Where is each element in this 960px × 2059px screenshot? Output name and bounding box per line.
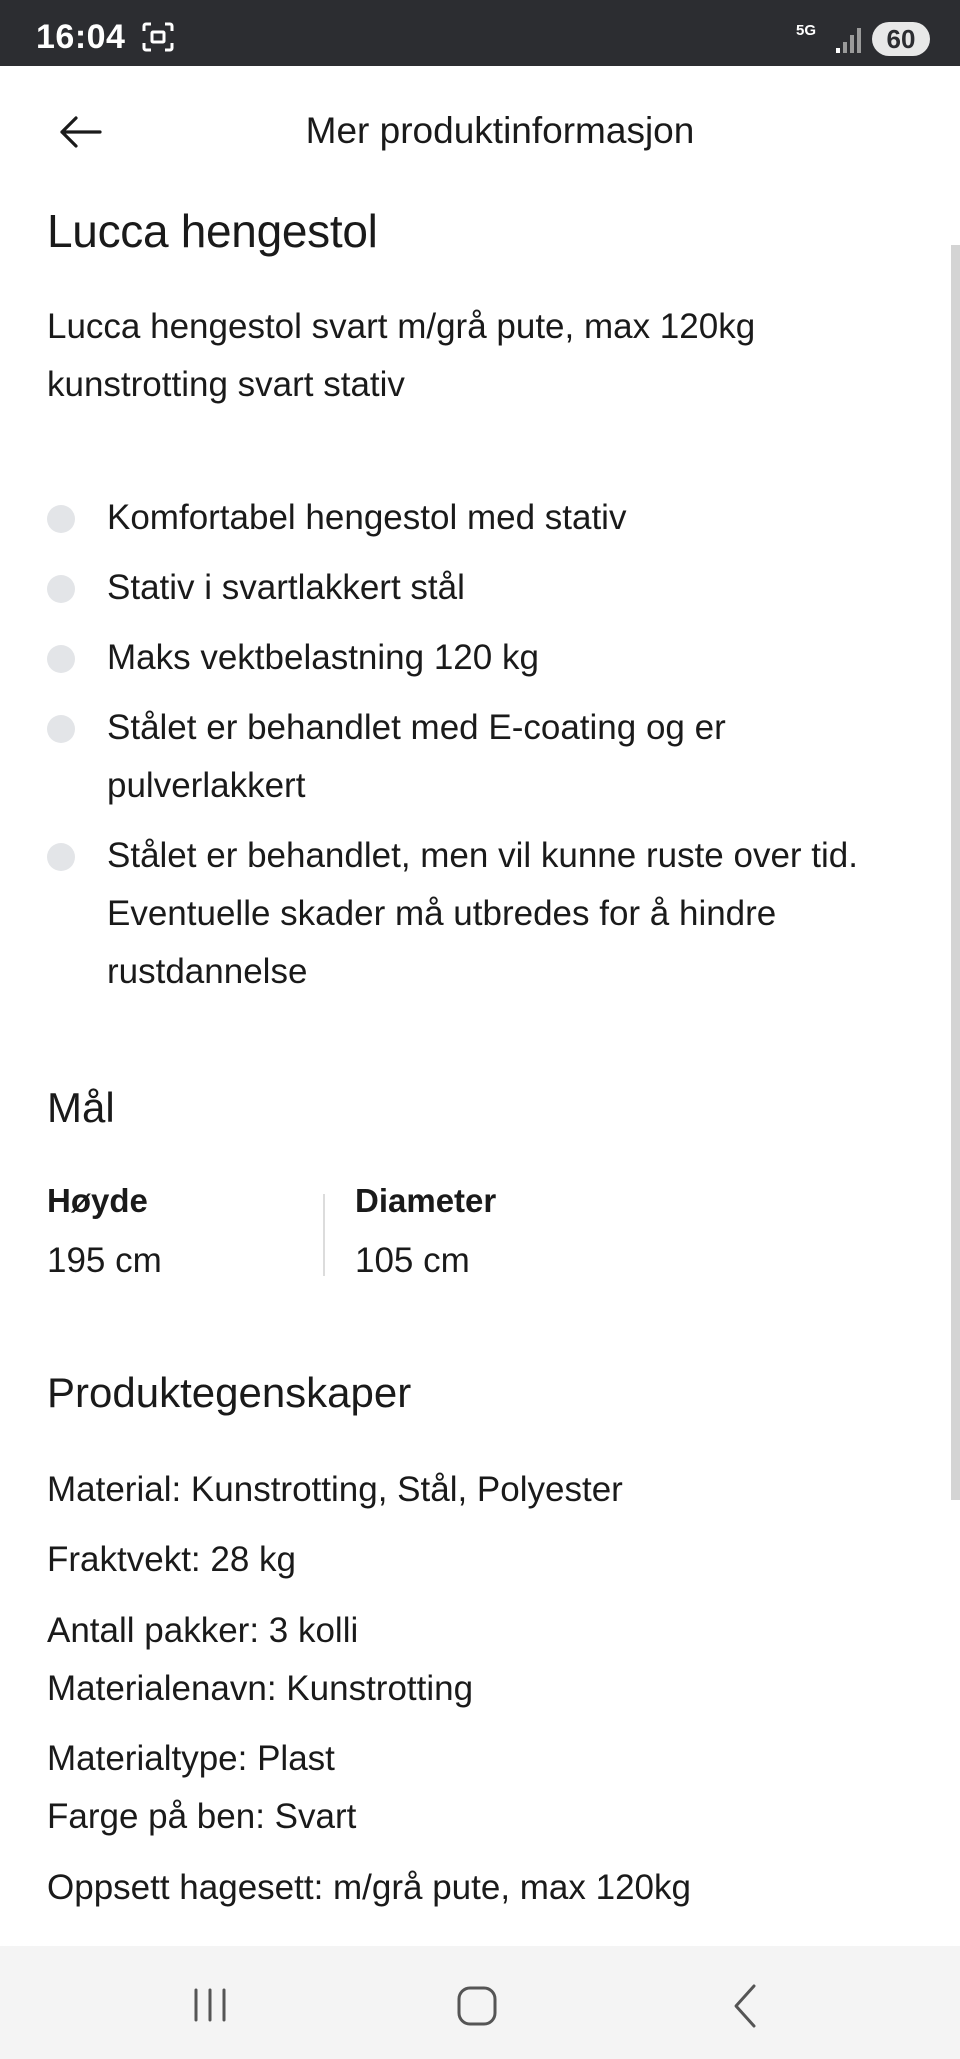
- signal-icon: [836, 28, 861, 53]
- network-5g-icon: 5G: [796, 22, 817, 39]
- list-item: Komfortabel hengestol med stativ: [47, 489, 917, 547]
- scrollbar[interactable]: [951, 245, 960, 1500]
- bullet-icon: [47, 575, 75, 603]
- height-value: 195 cm: [47, 1241, 162, 1280]
- screenshot-icon: [142, 22, 174, 52]
- product-name: Lucca hengestol: [47, 205, 378, 257]
- list-item: Stativ i svartlakkert stål: [47, 559, 917, 617]
- app-bar: Mer produktinformasjon: [0, 66, 960, 196]
- battery-indicator: 60: [872, 22, 930, 56]
- page-title: Mer produktinformasjon: [305, 110, 695, 151]
- list-item: Stålet er behandlet, men vil kunne ruste…: [47, 827, 917, 1001]
- back-icon[interactable]: [728, 1982, 762, 2030]
- status-time: 16:04: [36, 18, 126, 56]
- bullet-icon: [47, 645, 75, 673]
- feature-list: Komfortabel hengestol med stativ Stativ …: [47, 489, 917, 1013]
- list-item: Maks vektbelastning 120 kg: [47, 629, 917, 687]
- property-package-count: Antall pakker: 3 kolli: [47, 1611, 359, 1650]
- list-item: Stålet er behandlet med E-coating og er …: [47, 699, 917, 815]
- property-garden-setup: Oppsett hagesett: m/grå pute, max 120kg: [47, 1868, 691, 1907]
- property-leg-color: Farge på ben: Svart: [47, 1797, 357, 1836]
- height-label: Høyde: [47, 1182, 148, 1219]
- product-description: Lucca hengestol svart m/grå pute, max 12…: [47, 307, 756, 404]
- status-bar: 16:04 5G 60: [0, 0, 960, 66]
- home-icon[interactable]: [455, 1984, 499, 2028]
- dimensions-heading: Mål: [47, 1084, 115, 1131]
- property-material-type: Materialtype: Plast: [47, 1739, 335, 1778]
- property-material-name: Materialenavn: Kunstrotting: [47, 1669, 474, 1708]
- bullet-icon: [47, 715, 75, 743]
- diameter-value: 105 cm: [355, 1241, 470, 1280]
- property-material: Material: Kunstrotting, Stål, Polyester: [47, 1470, 623, 1509]
- recent-apps-icon[interactable]: [190, 1986, 230, 2024]
- bullet-icon: [47, 505, 75, 533]
- diameter-label: Diameter: [355, 1182, 497, 1219]
- properties-heading: Produktegenskaper: [47, 1369, 412, 1416]
- dimension-divider: [323, 1194, 325, 1276]
- system-nav-bar: [0, 1946, 960, 2059]
- property-shipping-weight: Fraktvekt: 28 kg: [47, 1540, 296, 1579]
- bullet-icon: [47, 843, 75, 871]
